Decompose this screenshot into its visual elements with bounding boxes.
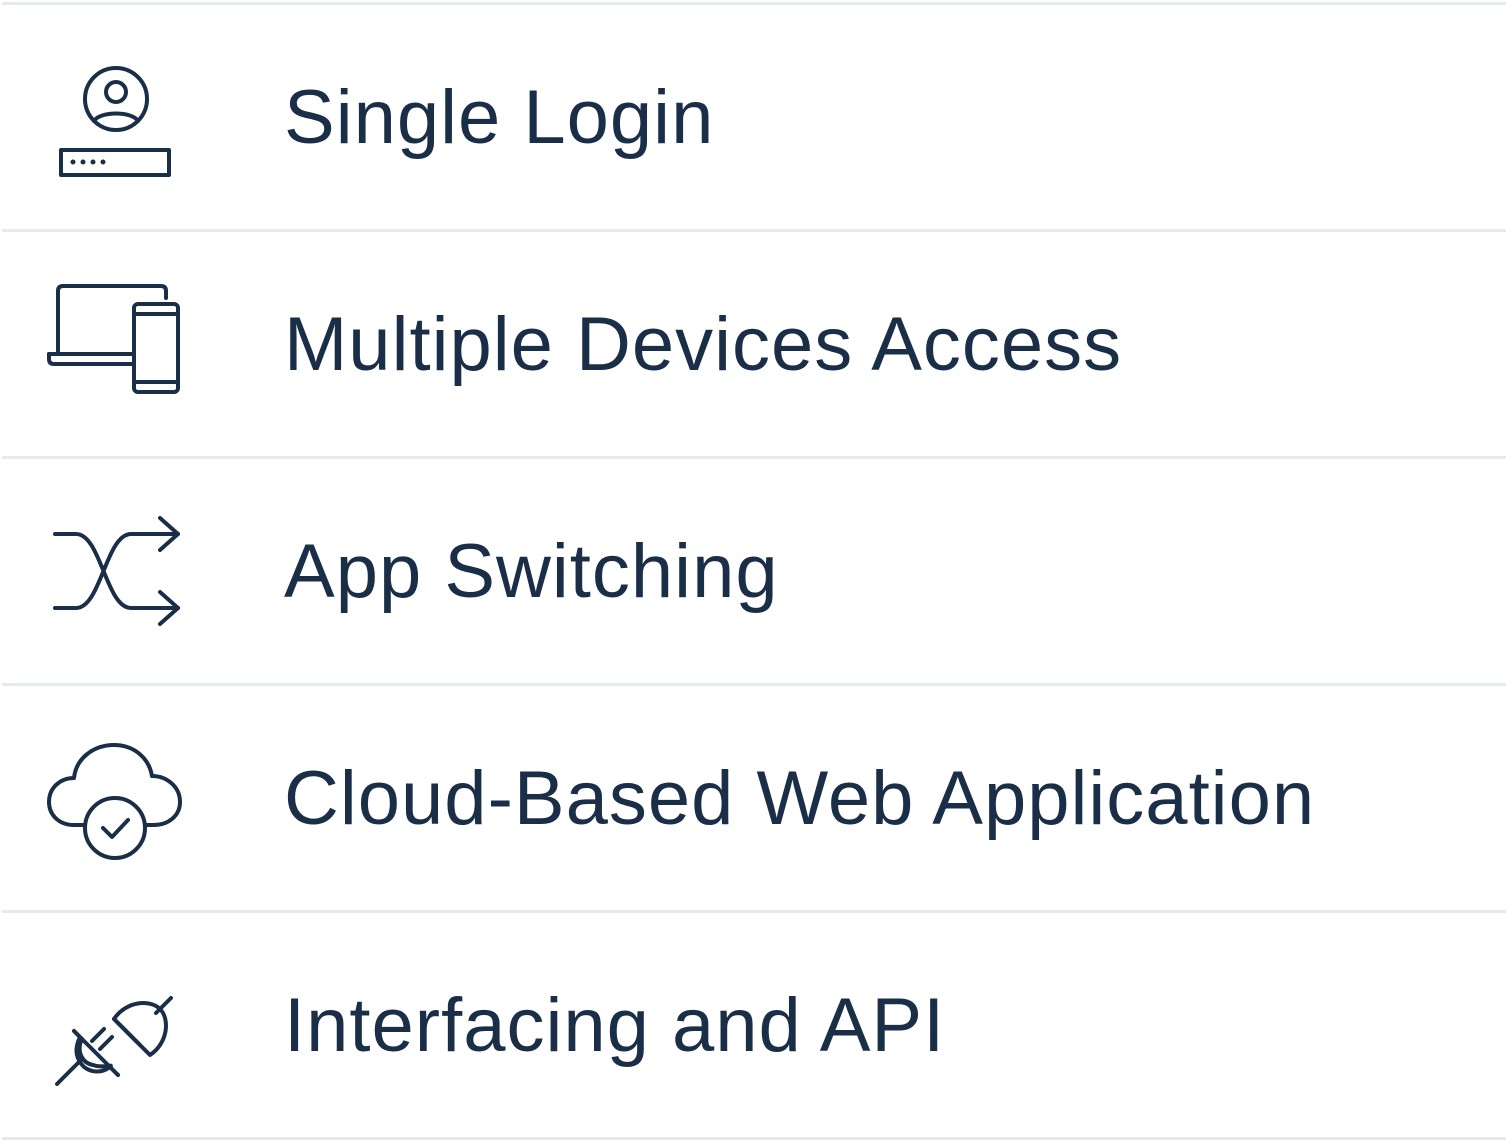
devices-icon [46, 274, 186, 414]
cloud-check-icon [46, 728, 186, 868]
feature-label: Single Login [284, 74, 715, 160]
plug-icon [46, 955, 186, 1095]
feature-item-cloud-web-app: Cloud-Based Web Application [2, 686, 1506, 913]
feature-item-interfacing-api: Interfacing and API [2, 913, 1506, 1140]
feature-label: App Switching [284, 528, 779, 614]
feature-label: Multiple Devices Access [284, 301, 1123, 387]
shuffle-icon [46, 501, 186, 641]
feature-label: Cloud-Based Web Application [284, 755, 1316, 841]
feature-item-single-login: Single Login [2, 5, 1506, 232]
feature-list: Single Login Multiple Devices Access App… [2, 2, 1506, 1140]
user-login-icon [46, 47, 186, 187]
feature-item-app-switching: App Switching [2, 459, 1506, 686]
feature-label: Interfacing and API [284, 982, 946, 1068]
feature-item-multiple-devices: Multiple Devices Access [2, 232, 1506, 459]
